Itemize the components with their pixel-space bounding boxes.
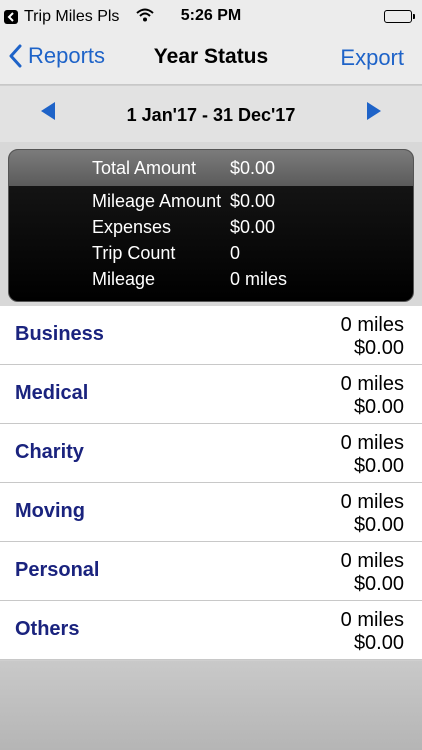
category-name: Moving (15, 500, 85, 522)
summary-label: Total Amount (92, 158, 197, 178)
summary-value: 0 (230, 243, 241, 263)
summary-value: $0.00 (230, 217, 276, 237)
summary-row-trip-count: Trip Count 0 (92, 240, 412, 266)
back-button-label: Reports (28, 43, 106, 68)
summary-row-expenses: Expenses $0.00 (92, 214, 412, 240)
category-name: Others (15, 618, 80, 640)
category-list: Business 0 miles $0.00 Medical 0 miles $… (0, 306, 422, 660)
category-amount: $0.00 (353, 573, 404, 595)
summary-value: 0 miles (230, 269, 288, 289)
category-name: Charity (15, 441, 84, 463)
category-row-charity[interactable]: Charity 0 miles $0.00 (0, 424, 422, 483)
back-button[interactable]: Reports (8, 43, 105, 69)
category-row-others[interactable]: Others 0 miles $0.00 (0, 601, 422, 660)
category-row-medical[interactable]: Medical 0 miles $0.00 (0, 365, 422, 424)
category-miles: 0 miles (340, 550, 404, 572)
category-miles: 0 miles (340, 432, 404, 454)
category-amount: $0.00 (353, 514, 404, 536)
status-time: 5:26 PM (180, 7, 242, 24)
summary-row-mileage-amount: Mileage Amount $0.00 (92, 188, 412, 214)
category-name: Business (15, 323, 104, 345)
category-amount: $0.00 (353, 396, 404, 418)
category-miles: 0 miles (340, 314, 404, 336)
category-miles: 0 miles (340, 491, 404, 513)
summary-label: Mileage Amount (92, 191, 222, 211)
summary-value: $0.00 (230, 158, 276, 178)
empty-background-area (0, 661, 422, 750)
summary-row-mileage: Mileage 0 miles (92, 266, 412, 292)
summary-label: Expenses (92, 217, 172, 237)
category-row-personal[interactable]: Personal 0 miles $0.00 (0, 542, 422, 601)
summary-row-total-amount: Total Amount $0.00 (92, 155, 412, 181)
category-row-business[interactable]: Business 0 miles $0.00 (0, 306, 422, 365)
category-name: Personal (15, 559, 100, 581)
date-range-bar: 1 Jan'17 - 31 Dec'17 (0, 86, 422, 142)
triangle-right-icon (367, 102, 381, 120)
summary-label: Mileage (92, 269, 156, 289)
category-amount: $0.00 (353, 455, 404, 477)
battery-icon (384, 10, 415, 23)
category-name: Medical (15, 382, 89, 404)
chevron-left-icon (9, 44, 22, 68)
export-button[interactable]: Export (340, 45, 404, 71)
category-amount: $0.00 (353, 632, 404, 654)
category-row-moving[interactable]: Moving 0 miles $0.00 (0, 483, 422, 542)
category-amount: $0.00 (353, 337, 404, 359)
category-miles: 0 miles (340, 609, 404, 631)
summary-panel: Total Amount $0.00 Mileage Amount $0.00 … (8, 149, 414, 302)
next-period-button[interactable] (366, 101, 382, 126)
category-miles: 0 miles (340, 373, 404, 395)
date-range-label: 1 Jan'17 - 31 Dec'17 (126, 105, 296, 125)
summary-label: Trip Count (92, 243, 176, 263)
status-bar: Trip Miles Pls 5:26 PM (0, 0, 422, 33)
summary-section: Total Amount $0.00 Mileage Amount $0.00 … (0, 142, 422, 306)
navigation-bar: Reports Year Status Export (0, 33, 422, 85)
summary-value: $0.00 (230, 191, 276, 211)
